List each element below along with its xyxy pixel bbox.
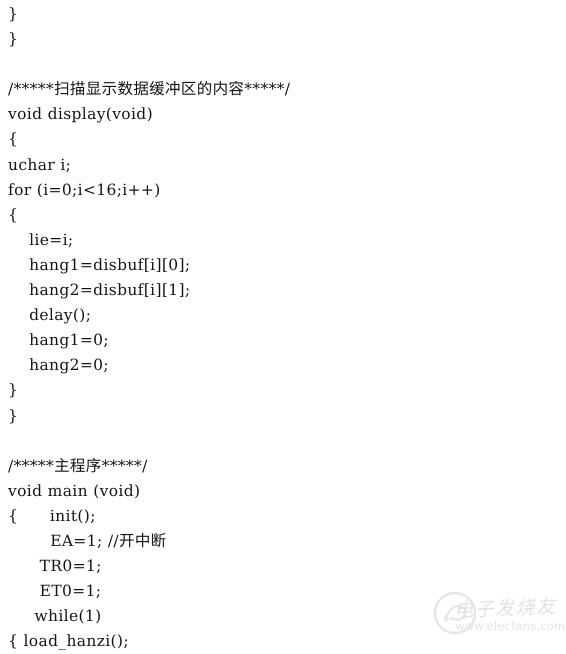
- code-line: { init();: [8, 506, 96, 525]
- code-line: while(1): [8, 607, 102, 626]
- code-line: TR0=1;: [8, 557, 102, 576]
- code-line: uchar i;: [8, 155, 72, 174]
- code-line: }: [8, 30, 19, 49]
- code-line: lie=i;: [8, 230, 74, 249]
- code-line: void main (void): [8, 481, 141, 500]
- code-line: }: [8, 5, 19, 23]
- code-line: { load_hanzi();: [8, 632, 129, 651]
- code-line: hang1=disbuf[i][0];: [8, 255, 191, 274]
- code-line: {: [8, 205, 19, 224]
- code-line: for (i=0;i<16;i++): [8, 180, 161, 199]
- code-line: }: [8, 381, 19, 400]
- code-line: /*****主程序*****/: [8, 456, 148, 475]
- code-line: hang2=disbuf[i][1];: [8, 281, 191, 300]
- code-line: void display(void): [8, 105, 153, 124]
- code-line: hang2=0;: [8, 356, 109, 375]
- code-line: {: [8, 130, 19, 149]
- code-listing: }} /*****扫描显示数据缓冲区的内容*****/ void display(v…: [8, 2, 558, 654]
- code-line: EA=1; //开中断: [8, 531, 167, 550]
- code-line: }: [8, 406, 19, 425]
- code-line: hang1=0;: [8, 331, 109, 350]
- code-line: delay();: [8, 306, 92, 325]
- page-canvas: }} /*****扫描显示数据缓冲区的内容*****/ void display(v…: [0, 0, 566, 650]
- code-line: /*****扫描显示数据缓冲区的内容*****/: [8, 80, 291, 99]
- code-line: ET0=1;: [8, 582, 102, 601]
